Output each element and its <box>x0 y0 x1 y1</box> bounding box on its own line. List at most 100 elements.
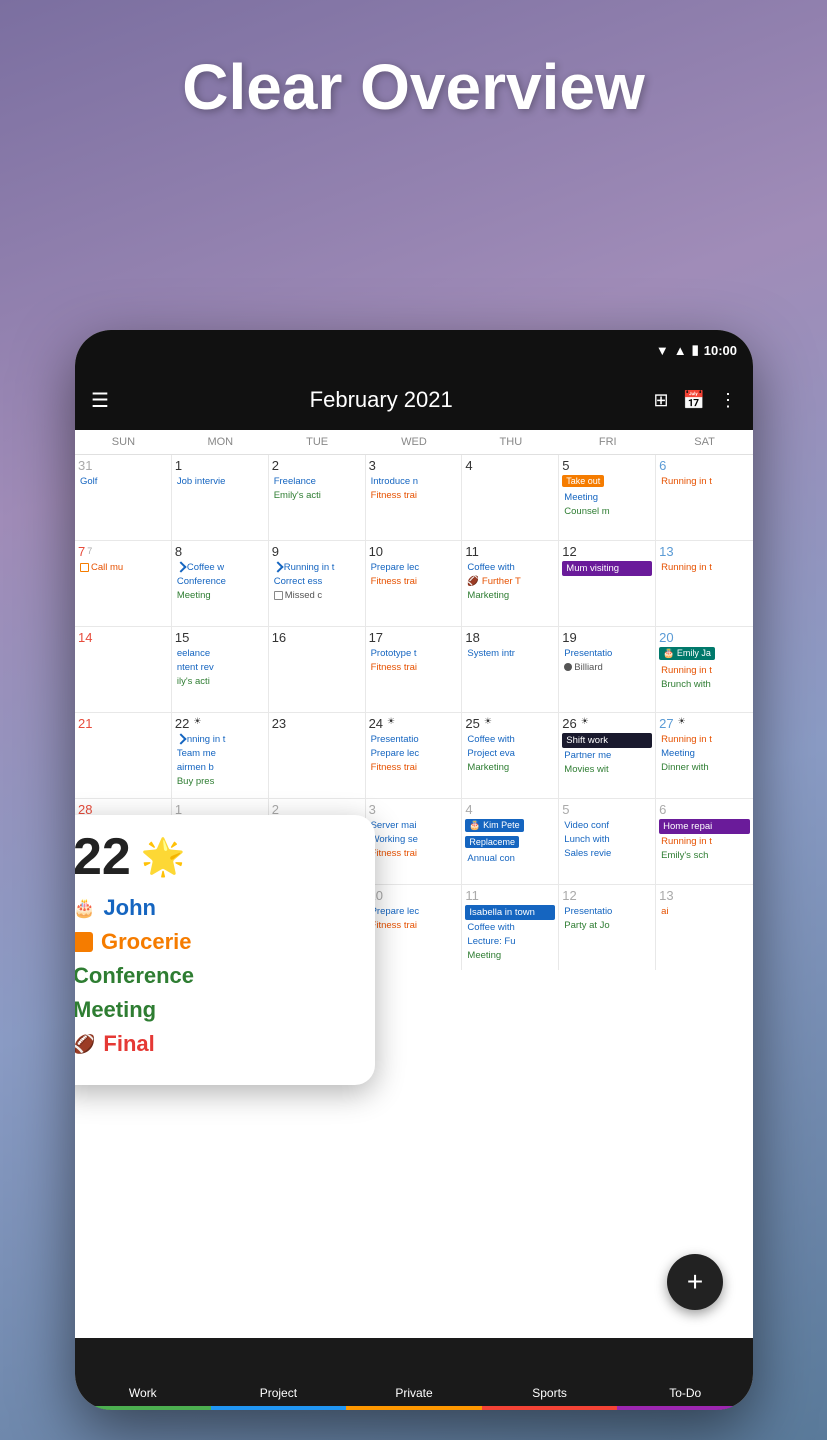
event-emily-ja: 🎂 Emily Ja <box>659 647 715 660</box>
event-running2: Running in t <box>272 561 362 574</box>
cal-cell-24[interactable]: 24☀ Presentatio Prepare lec Fitness trai <box>366 713 463 798</box>
event-ai: ai <box>659 905 750 918</box>
calendar-week-1: 31 Golf 1 Job intervie 2 Freelance Emily… <box>75 455 753 541</box>
cal-cell-15[interactable]: 15 eelance ntent rev ily's acti <box>172 627 269 712</box>
cal-cell-27[interactable]: 27☀ Running in t Meeting Dinner with <box>656 713 753 798</box>
cal-cell-25[interactable]: 25☀ Coffee with Project eva Marketing <box>462 713 559 798</box>
event-running5: nning in t <box>175 733 265 746</box>
app-header: ☰ February 2021 ⊞ 📅 ⋮ <box>75 370 753 430</box>
cal-cell-19[interactable]: 19 Presentatio Billiard <box>559 627 656 712</box>
nav-work-label: Work <box>129 1386 157 1400</box>
day-header-sun: SUN <box>75 430 172 454</box>
cal-cell-14[interactable]: 14 <box>75 627 172 712</box>
cal-cell-mar12[interactable]: 12 Presentatio Party at Jo <box>559 885 656 970</box>
nav-item-work[interactable]: Work <box>75 1338 211 1410</box>
event-fitness4: Fitness trai <box>369 761 459 774</box>
cal-cell-21[interactable]: 21 <box>75 713 172 798</box>
cal-cell-9[interactable]: 9 Running in t Correct ess Missed c <box>269 541 366 626</box>
menu-icon[interactable]: ☰ <box>91 388 109 413</box>
event-project: Project eva <box>465 747 555 760</box>
cal-cell-13[interactable]: 13 Running in t <box>656 541 753 626</box>
day-header-wed: WED <box>366 430 463 454</box>
event-replace: Replaceme <box>465 836 519 848</box>
cal-cell-feb5[interactable]: 5 Take out Meeting Counsel m <box>559 455 656 540</box>
birthday-icon: 🎂 <box>75 898 95 919</box>
cal-cell-mar10[interactable]: 10 Prepare lec Fitness trai <box>366 885 463 970</box>
event-home: Home repai <box>659 819 750 834</box>
event-video: Video conf <box>562 819 652 832</box>
event-fitness1: Fitness trai <box>369 489 459 502</box>
cal-cell-feb4[interactable]: 4 <box>462 455 559 540</box>
card-event-john[interactable]: 🎂 John <box>75 895 357 921</box>
cal-cell-18[interactable]: 18 System intr <box>462 627 559 712</box>
event-fitness6: Fitness trai <box>369 919 459 932</box>
nav-item-project[interactable]: Project <box>211 1338 347 1410</box>
grid-view-icon[interactable]: ⊞ <box>653 390 668 411</box>
event-correct: Correct ess <box>272 575 362 588</box>
event-coffee3: Coffee with <box>465 733 555 746</box>
event-presentation3: Presentatio <box>562 905 652 918</box>
event-prototype: Prototype t <box>369 647 459 660</box>
event-presentation1: Presentatio <box>562 647 652 660</box>
cal-cell-23[interactable]: 23 <box>269 713 366 798</box>
cal-cell-8[interactable]: 8 Coffee w Conference Meeting <box>172 541 269 626</box>
event-lecture: Lecture: Fu <box>465 935 555 948</box>
more-options-icon[interactable]: ⋮ <box>719 390 737 411</box>
event-fitness5: Fitness trai <box>369 847 459 860</box>
event-isabella: Isabella in town <box>465 905 555 920</box>
card-event-groceries[interactable]: Grocerie <box>75 929 357 955</box>
event-running3: Running in t <box>659 561 750 574</box>
cal-cell-7[interactable]: 77 Call mu <box>75 541 172 626</box>
card-event-john-label: John <box>103 895 156 921</box>
event-counsel: Counsel m <box>562 505 652 518</box>
nav-item-private[interactable]: Private <box>346 1338 482 1410</box>
card-event-conference[interactable]: Conference <box>75 963 357 989</box>
event-fitness2: Fitness trai <box>369 575 459 588</box>
cal-cell-feb6[interactable]: 6 Running in t <box>656 455 753 540</box>
card-event-groceries-label: Grocerie <box>101 929 192 955</box>
event-coffee4: Coffee with <box>465 921 555 934</box>
cal-cell-feb1[interactable]: 1 Job intervie <box>172 455 269 540</box>
status-bar: ▼ ▲ ▮ 10:00 <box>75 330 753 370</box>
fab-add-button[interactable]: + <box>667 1254 723 1310</box>
event-shift: Shift work <box>562 733 652 748</box>
cal-cell-feb2[interactable]: 2 Freelance Emily's acti <box>269 455 366 540</box>
nav-project-label: Project <box>260 1386 297 1400</box>
cal-cell-mar11[interactable]: 11 Isabella in town Coffee with Lecture:… <box>462 885 559 970</box>
cal-cell-mar5[interactable]: 5 Video conf Lunch with Sales revie <box>559 799 656 884</box>
cal-cell-mar4[interactable]: 4 🎂 Kim Pete Replaceme Annual con <box>462 799 559 884</box>
month-title: February 2021 <box>121 387 642 413</box>
cal-cell-mar6[interactable]: 6 Home repai Running in t Emily's sch <box>656 799 753 884</box>
calendar-icon[interactable]: 📅 <box>683 390 705 411</box>
event-running6: Running in t <box>659 733 750 746</box>
event-meeting5: Meeting <box>465 949 555 962</box>
nav-item-todo[interactable]: To-Do <box>617 1338 753 1410</box>
event-prepare2: Prepare lec <box>369 747 459 760</box>
nav-item-sports[interactable]: Sports <box>482 1338 618 1410</box>
event-brunch: Brunch with <box>659 678 750 691</box>
event-golf: Golf <box>78 475 168 488</box>
card-event-final[interactable]: 🏈 Final <box>75 1031 357 1057</box>
calendar-week-4: 21 22☀ nning in t Team me airmen b Buy p… <box>75 713 753 799</box>
cal-cell-mar13[interactable]: 13 ai <box>656 885 753 970</box>
event-prepare1: Prepare lec <box>369 561 459 574</box>
cal-cell-11[interactable]: 11 Coffee with 🏈 Further T Marketing <box>462 541 559 626</box>
nav-todo-bar <box>617 1406 753 1410</box>
cal-cell-16[interactable]: 16 <box>269 627 366 712</box>
event-emily2: ily's acti <box>175 675 265 688</box>
cal-cell-17[interactable]: 17 Prototype t Fitness trai <box>366 627 463 712</box>
cal-cell-31[interactable]: 31 Golf <box>75 455 172 540</box>
event-party: Party at Jo <box>562 919 652 932</box>
cal-cell-mar3[interactable]: 3 Server mai Working se Fitness trai <box>366 799 463 884</box>
day-header-fri: FRI <box>559 430 656 454</box>
cal-cell-20[interactable]: 20 🎂 Emily Ja Running in t Brunch with <box>656 627 753 712</box>
cal-cell-10[interactable]: 10 Prepare lec Fitness trai <box>366 541 463 626</box>
event-sales: Sales revie <box>562 847 652 860</box>
cal-cell-feb3[interactable]: 3 Introduce n Fitness trai <box>366 455 463 540</box>
cal-cell-22[interactable]: 22☀ nning in t Team me airmen b Buy pres <box>172 713 269 798</box>
card-event-meeting[interactable]: Meeting <box>75 997 357 1023</box>
cal-cell-26[interactable]: 26☀ Shift work Partner me Movies wit <box>559 713 656 798</box>
cal-cell-12[interactable]: 12 Mum visiting <box>559 541 656 626</box>
event-meeting3: Meeting <box>659 747 750 760</box>
nav-sports-bar <box>482 1406 618 1410</box>
